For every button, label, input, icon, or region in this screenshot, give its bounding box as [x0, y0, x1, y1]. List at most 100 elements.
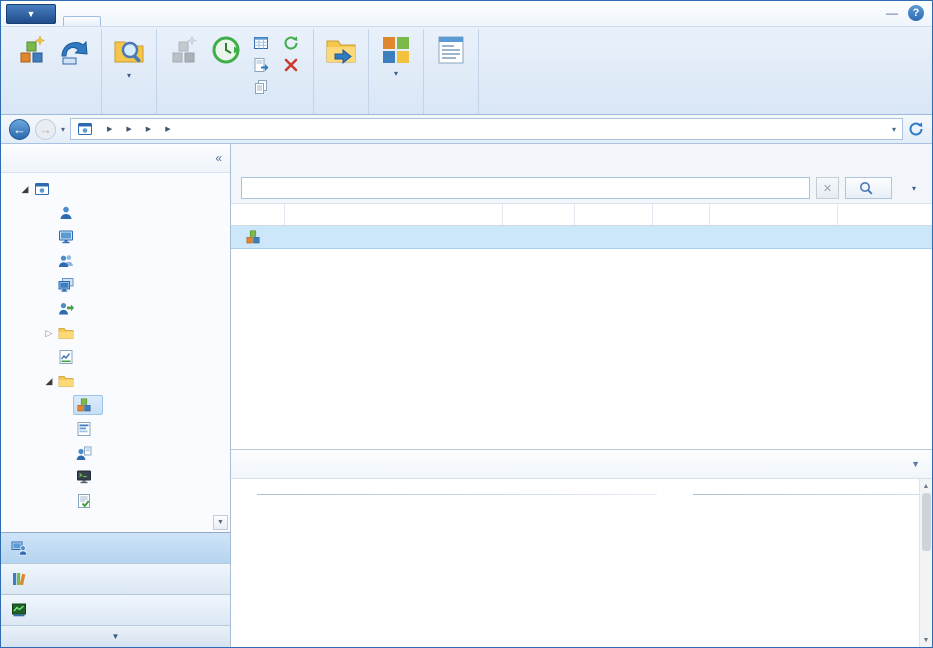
sidebar-item-user-state-migration[interactable]: [1, 297, 230, 321]
scroll-up-icon[interactable]: ▲: [920, 479, 933, 493]
workspace-software-library[interactable]: [1, 564, 230, 595]
details-scrollbar[interactable]: ▲ ▼: [919, 479, 932, 647]
column-header-name[interactable]: [285, 204, 503, 225]
details-body: ▲ ▼: [231, 479, 932, 647]
expander-open-icon[interactable]: ◢: [19, 184, 31, 195]
chevron-down-icon: ▼: [112, 632, 120, 641]
breadcrumb[interactable]: ▶ ▶ ▶ ▶ ▾: [70, 118, 903, 140]
column-header-device-type[interactable]: [575, 204, 653, 225]
small-button-column: [249, 31, 277, 96]
users-icon: [58, 205, 74, 221]
list-header: [231, 144, 932, 173]
scrollbar-thumb[interactable]: [922, 493, 931, 551]
move-icon: [325, 34, 357, 66]
collapse-sidebar-icon[interactable]: «: [215, 151, 222, 165]
column-header-date-modified[interactable]: [710, 204, 838, 225]
create-configuration-item-button[interactable]: [11, 31, 53, 72]
section-divider: [693, 494, 933, 495]
add-criteria-button[interactable]: ▾: [908, 184, 916, 193]
delete-button[interactable]: [279, 56, 307, 74]
sidebar-item-remote-connection-profiles[interactable]: [1, 465, 230, 489]
copy-button[interactable]: [249, 78, 277, 96]
remote-connection-profiles-icon: [76, 469, 92, 485]
saved-searches-button[interactable]: ▾: [108, 31, 150, 85]
export-icon: [253, 57, 269, 73]
details-status-section: [693, 491, 933, 647]
button-label: ▾: [127, 69, 131, 82]
sidebar-item-devices[interactable]: [1, 225, 230, 249]
sidebar-item-user-data-and-profiles[interactable]: [1, 441, 230, 465]
device-collections-icon: [58, 277, 74, 293]
sidebar-item-device-collections[interactable]: [1, 273, 230, 297]
scroll-down-icon[interactable]: ▼: [920, 633, 933, 647]
properties-button[interactable]: [430, 31, 472, 72]
import-configuration-data-button[interactable]: [53, 31, 95, 72]
sidebar-item-users[interactable]: [1, 201, 230, 225]
move-button[interactable]: [320, 31, 362, 72]
sidebar-item-compliance-policies[interactable]: [1, 489, 230, 513]
arrow-left-icon: ←: [13, 123, 26, 136]
export-button[interactable]: [249, 56, 277, 74]
column-header-icon[interactable]: [231, 204, 285, 225]
column-header-type[interactable]: [503, 204, 575, 225]
sidebar-item-asset-intelligence[interactable]: ▷: [1, 321, 230, 345]
back-button[interactable]: ←: [9, 119, 30, 140]
revision-history-button[interactable]: [205, 31, 247, 72]
window-controls: — ?: [886, 5, 924, 21]
tab-strip: ▼ — ?: [1, 1, 932, 27]
chevron-right-icon[interactable]: ▶: [126, 125, 131, 133]
table-row[interactable]: [231, 226, 932, 249]
app-window: ▼ — ? ▾: [0, 0, 933, 648]
classify-button[interactable]: ▾: [375, 31, 417, 81]
nav-history-dropdown-icon[interactable]: ▾: [61, 125, 65, 134]
expander-open-icon[interactable]: ◢: [43, 376, 55, 387]
column-header-revision[interactable]: [653, 204, 710, 225]
sidebar-item-user-collections[interactable]: [1, 249, 230, 273]
refresh-icon: [283, 35, 299, 51]
software-metering-icon: [58, 349, 74, 365]
user-collections-icon: [58, 253, 74, 269]
create-child-configuration-item-icon: [168, 34, 200, 66]
collapse-details-icon[interactable]: ▼: [911, 459, 920, 469]
arrow-right-icon: →: [39, 123, 52, 136]
expander-closed-icon[interactable]: ▷: [43, 328, 55, 339]
ribbon-group-search: ▾: [102, 29, 157, 114]
workspace-more-button[interactable]: ▼: [1, 626, 230, 647]
sidebar-item-compliance-settings[interactable]: ◢: [1, 369, 230, 393]
software-library-icon: [11, 571, 27, 587]
chevron-down-icon: ▾: [394, 69, 398, 78]
ribbon-group-move: [314, 29, 369, 114]
search-input[interactable]: [241, 177, 810, 199]
create-child-configuration-item-button[interactable]: [163, 31, 205, 72]
tab-home[interactable]: [63, 16, 101, 26]
sidebar-item-configuration-baselines[interactable]: [1, 417, 230, 441]
tree-scroll-down-button[interactable]: ▼: [213, 515, 228, 530]
view-xml-definition-button[interactable]: [249, 34, 277, 52]
workspace-assets-and-compliance[interactable]: [1, 533, 230, 564]
sidebar-item-software-metering[interactable]: [1, 345, 230, 369]
minimize-ribbon-icon[interactable]: —: [886, 7, 898, 19]
forward-button[interactable]: →: [35, 119, 56, 140]
create-configuration-item-icon: [16, 34, 48, 66]
clear-search-button[interactable]: ✕: [816, 177, 839, 199]
chevron-down-icon: ▾: [912, 184, 916, 193]
chevron-right-icon[interactable]: ▶: [107, 125, 112, 133]
console-root-icon: [77, 121, 93, 137]
chevron-right-icon[interactable]: ▶: [146, 125, 151, 133]
refresh-node-icon[interactable]: [908, 121, 924, 137]
breadcrumb-dropdown-icon[interactable]: ▾: [892, 125, 896, 134]
app-menu-button[interactable]: ▼: [6, 4, 56, 24]
chevron-right-icon[interactable]: ▶: [165, 125, 170, 133]
details-pane: ▼: [231, 449, 932, 647]
workspace-monitoring[interactable]: [1, 595, 230, 626]
content-area: « ◢: [1, 144, 932, 647]
sidebar-item-configuration-items[interactable]: [1, 393, 230, 417]
ribbon: ▾: [1, 27, 932, 115]
delete-icon: [283, 57, 299, 73]
section-divider: [257, 494, 657, 495]
sidebar-item-overview[interactable]: ◢: [1, 177, 230, 201]
refresh-button[interactable]: [279, 34, 307, 52]
help-icon[interactable]: ?: [908, 5, 924, 21]
tab-folder[interactable]: [101, 17, 137, 26]
search-button[interactable]: [845, 177, 892, 199]
